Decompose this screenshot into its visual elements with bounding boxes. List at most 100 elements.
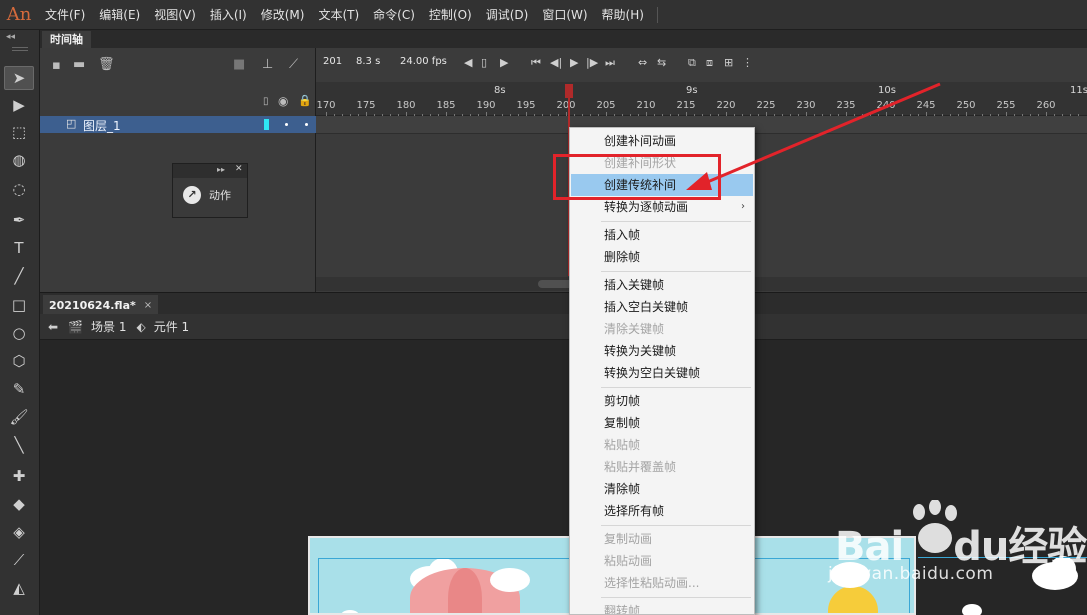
layer-visible-dot[interactable] <box>285 123 288 126</box>
lock-icon[interactable]: 🔒 <box>298 94 312 107</box>
layer-name[interactable]: 图层_1 <box>83 117 121 134</box>
edit-multiple-icon[interactable]: ⊞ <box>724 56 733 69</box>
collapse-icon[interactable]: ◂◂ <box>6 32 15 42</box>
menu-item[interactable]: 文件(F) <box>38 0 92 30</box>
step-forward-icon[interactable]: |▶ <box>586 56 598 69</box>
menu-item[interactable]: 命令(C) <box>366 0 422 30</box>
context-menu-item[interactable]: 创建补间动画 <box>571 130 753 152</box>
document-tab-label: 20210624.fla* <box>49 298 136 312</box>
eraser-tool-icon[interactable]: ◭ <box>4 576 34 600</box>
loop-icon[interactable]: ⇔ <box>638 56 647 69</box>
second-marker: 10s <box>878 85 896 96</box>
new-layer-icon[interactable]: ▪ <box>52 58 61 73</box>
actions-label: 动作 <box>209 189 231 202</box>
actions-icon: ↗ <box>183 186 201 204</box>
selection-tool-icon[interactable]: ➤ <box>4 66 34 90</box>
context-menu-item[interactable]: 插入关键帧 <box>571 274 753 296</box>
text-tool-icon[interactable]: T <box>4 236 34 260</box>
breadcrumb-symbol[interactable]: ⬖ 元件 1 <box>136 318 189 335</box>
context-menu-item[interactable]: 选择所有帧 <box>571 500 753 522</box>
subselection-tool-icon[interactable]: ▶ <box>4 93 34 117</box>
menu-item[interactable]: 文本(T) <box>311 0 366 30</box>
context-menu-item[interactable]: 插入空白关键帧 <box>571 296 753 318</box>
elapsed-time[interactable]: 8.3 s <box>356 56 380 67</box>
layer-row[interactable]: ◰ 图层_1 <box>40 116 316 133</box>
step-back-icon[interactable]: ◀| <box>550 56 562 69</box>
context-menu-item-label: 粘贴动画 <box>604 554 653 568</box>
menu-item[interactable]: 帮助(H) <box>595 0 651 30</box>
panel-grip[interactable] <box>12 47 28 51</box>
context-menu-item[interactable]: 清除帧 <box>571 478 753 500</box>
context-menu-item[interactable]: 剪切帧 <box>571 390 753 412</box>
brush-tool-icon[interactable]: ╲ <box>4 433 34 457</box>
go-first-icon[interactable]: ⏮ <box>531 56 541 70</box>
layer-lock-dot[interactable] <box>305 123 308 126</box>
context-menu-item[interactable]: 删除帧 <box>571 246 753 268</box>
rectangle-tool-icon[interactable]: □ <box>4 293 34 317</box>
center-frame-icon[interactable]: ⇆ <box>657 56 666 69</box>
menu-item[interactable]: 编辑(E) <box>92 0 147 30</box>
current-frame[interactable]: 201 <box>323 56 342 67</box>
breadcrumb-scene[interactable]: 🎬 场景 1 <box>68 318 126 335</box>
frame-number: 205 <box>596 100 616 111</box>
tab-timeline[interactable]: 时间轴 <box>42 31 91 48</box>
add-keyframe-icon[interactable]: ▯ <box>481 56 487 69</box>
delete-layer-icon[interactable]: 🗑 <box>98 57 115 72</box>
context-menu-item[interactable]: 插入帧 <box>571 224 753 246</box>
context-menu-item[interactable]: 复制帧 <box>571 412 753 434</box>
prev-keyframe-icon[interactable]: ◀ <box>464 56 472 69</box>
ink-bottle-tool-icon[interactable]: ◈ <box>4 520 34 544</box>
onion-skin-icon[interactable]: ⧉ <box>688 56 696 70</box>
go-last-icon[interactable]: ⏭ <box>605 56 615 70</box>
context-menu-item: 翻转帧 <box>571 600 753 614</box>
playhead[interactable] <box>565 84 573 98</box>
oval-tool-icon[interactable]: ○ <box>4 321 34 345</box>
parenting-icon[interactable]: ⊥ <box>262 57 273 72</box>
menu-item[interactable]: 控制(O) <box>422 0 479 30</box>
paint-brush-tool-icon[interactable]: 🖌 <box>4 405 34 429</box>
polystar-tool-icon[interactable]: ⬡ <box>4 349 34 373</box>
3d-rotation-tool-icon[interactable]: ◍ <box>4 148 34 172</box>
pencil-tool-icon[interactable]: ✎ <box>4 377 34 401</box>
paint-bucket-tool-icon[interactable]: ◆ <box>4 492 34 516</box>
frame-rate[interactable]: 24.00 fps <box>400 56 447 67</box>
back-arrow-icon[interactable]: ⬅ <box>48 320 58 334</box>
menu-item[interactable]: 窗口(W) <box>535 0 594 30</box>
bone-tool-icon[interactable]: ✚ <box>4 464 34 488</box>
next-keyframe-icon[interactable]: ▶ <box>500 56 508 69</box>
layer-depth-icon[interactable]: ⟋ <box>289 57 298 72</box>
expand-icon[interactable]: ▸▸ <box>217 165 225 174</box>
eye-icon[interactable]: ◉ <box>278 94 288 108</box>
outline-toggle-icon[interactable]: ▯ <box>263 96 269 107</box>
lasso-tool-icon[interactable]: ◌ <box>4 177 34 201</box>
context-menu-item-label: 转换为空白关键帧 <box>604 366 701 380</box>
breadcrumb: ⬅ 🎬 场景 1 ⬖ 元件 1 <box>40 314 1087 340</box>
camera-icon[interactable]: ■ <box>233 57 245 72</box>
actions-panel-header[interactable]: ▸▸ ✕ <box>173 164 247 178</box>
eyedropper-tool-icon[interactable]: ⟋ <box>4 548 34 572</box>
symbol-icon: ⬖ <box>136 319 146 334</box>
menu-item[interactable]: 调试(D) <box>479 0 536 30</box>
line-tool-icon[interactable]: ╱ <box>4 264 34 288</box>
pen-tool-icon[interactable]: ✒ <box>4 208 34 232</box>
play-icon[interactable]: ▶ <box>570 56 578 69</box>
menu-item[interactable]: 视图(V) <box>147 0 203 30</box>
close-icon[interactable]: ✕ <box>235 164 243 174</box>
frame-number: 200 <box>556 100 576 111</box>
new-folder-icon[interactable]: ▬ <box>73 57 85 72</box>
menu-item[interactable]: 修改(M) <box>254 0 312 30</box>
context-menu-item-label: 创建补间动画 <box>604 134 677 148</box>
free-transform-tool-icon[interactable]: ⬚ <box>4 120 34 144</box>
context-menu-item[interactable]: 转换为空白关键帧 <box>571 362 753 384</box>
actions-button[interactable]: ↗ 动作 <box>173 178 247 204</box>
document-tab[interactable]: 20210624.fla* × <box>43 295 159 315</box>
onion-range-icon[interactable]: ⋮ <box>742 56 753 69</box>
layer-color-swatch[interactable] <box>264 119 269 130</box>
context-menu-item[interactable]: 转换为关键帧 <box>571 340 753 362</box>
menu-items: 文件(F) 编辑(E) 视图(V) 插入(I) 修改(M) 文本(T) 命令(C) 控制(O)… <box>38 0 658 30</box>
menu-item[interactable]: 插入(I) <box>203 0 254 30</box>
close-icon[interactable]: × <box>144 300 152 311</box>
frame-ruler[interactable]: 170 175 180 185 190 195 200 205 210 215 220 225 230 2… <box>316 82 1087 116</box>
onion-outline-icon[interactable]: ⧈ <box>706 56 713 70</box>
context-menu-item-label: 复制帧 <box>604 416 641 430</box>
